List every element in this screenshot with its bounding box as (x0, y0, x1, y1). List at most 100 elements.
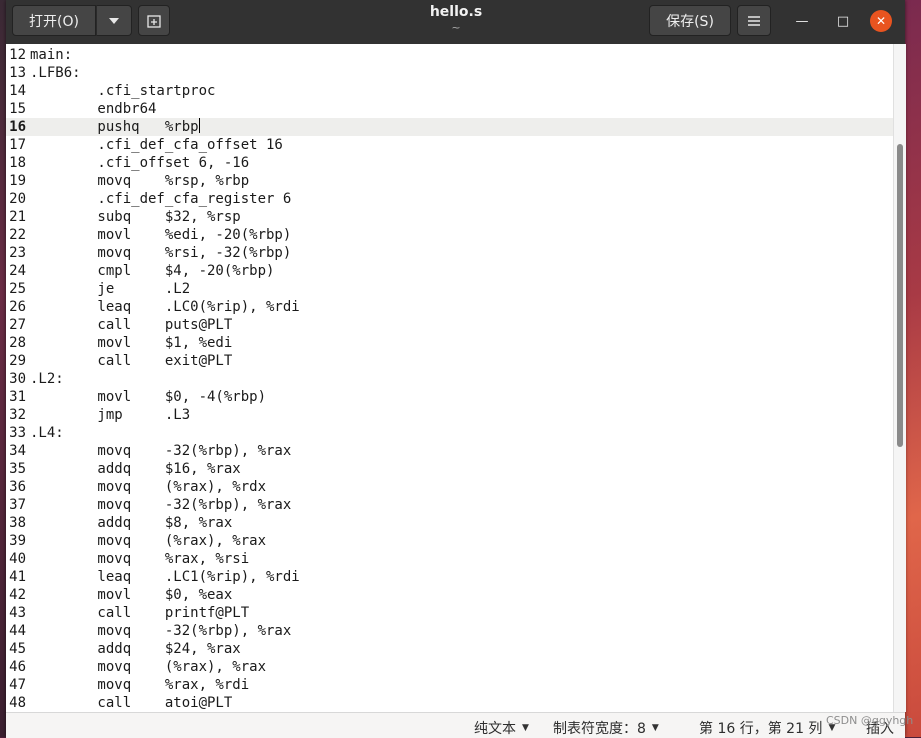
code-line[interactable]: 17 .cfi_def_cfa_offset 16 (6, 136, 893, 154)
line-text: jmp .L3 (30, 407, 191, 423)
code-line[interactable]: 19 movq %rsp, %rbp (6, 172, 893, 190)
code-line[interactable]: 42 movl $0, %eax (6, 586, 893, 604)
line-number: 38 (9, 515, 26, 531)
code-line[interactable]: 38 addq $8, %rax (6, 514, 893, 532)
desktop-background-right (905, 0, 921, 737)
code-line[interactable]: 28 movl $1, %edi (6, 334, 893, 352)
code-line[interactable]: 46 movq (%rax), %rax (6, 658, 893, 676)
new-tab-button[interactable] (138, 5, 170, 36)
line-number: 16 (9, 119, 26, 135)
line-text: movq (%rax), %rdx (30, 479, 267, 495)
code-line[interactable]: 31 movl $0, -4(%rbp) (6, 388, 893, 406)
line-number: 14 (9, 83, 26, 99)
code-line[interactable]: 36 movq (%rax), %rdx (6, 478, 893, 496)
line-number: 21 (9, 209, 26, 225)
line-number: 26 (9, 299, 26, 315)
line-text: movq -32(%rbp), %rax (30, 443, 292, 459)
line-text: leaq .LC0(%rip), %rdi (30, 299, 300, 315)
line-text: movl $0, %eax (30, 587, 233, 603)
status-bar: 纯文本 ▼ 制表符宽度：8 ▼ 第 16 行，第 21 列 ▼ 插入 (6, 712, 905, 738)
code-line[interactable]: 25 je .L2 (6, 280, 893, 298)
window-title: hello.s (429, 4, 483, 20)
line-text: .cfi_def_cfa_offset 16 (30, 137, 283, 153)
code-line[interactable]: 39 movq (%rax), %rax (6, 532, 893, 550)
new-tab-icon (147, 14, 161, 28)
line-number: 46 (9, 659, 26, 675)
code-line[interactable]: 13 .LFB6: (6, 64, 893, 82)
code-line[interactable]: 27 call puts@PLT (6, 316, 893, 334)
line-number: 20 (9, 191, 26, 207)
open-button-label: 打开(O) (29, 13, 79, 30)
code-line[interactable]: 26 leaq .LC0(%rip), %rdi (6, 298, 893, 316)
code-line[interactable]: 33 .L4: (6, 424, 893, 442)
line-number: 34 (9, 443, 26, 459)
code-line[interactable]: 47 movq %rax, %rdi (6, 676, 893, 694)
line-text: pushq %rbp (30, 119, 199, 135)
line-text: addq $8, %rax (30, 515, 233, 531)
line-text: .cfi_startproc (30, 83, 216, 99)
code-line[interactable]: 45 addq $24, %rax (6, 640, 893, 658)
code-line[interactable]: 32 jmp .L3 (6, 406, 893, 424)
code-line[interactable]: 40 movq %rax, %rsi (6, 550, 893, 568)
tab-width-selector[interactable]: 制表符宽度：8 ▼ (553, 718, 659, 738)
line-text: call printf@PLT (30, 605, 250, 621)
main-menu-button[interactable] (737, 5, 771, 36)
code-line[interactable]: 16 pushq %rbp (6, 118, 893, 136)
code-line[interactable]: 18 .cfi_offset 6, -16 (6, 154, 893, 172)
code-line[interactable]: 20 .cfi_def_cfa_register 6 (6, 190, 893, 208)
code-line[interactable]: 44 movq -32(%rbp), %rax (6, 622, 893, 640)
vertical-scrollbar[interactable] (893, 44, 906, 712)
syntax-mode-selector[interactable]: 纯文本 ▼ (474, 718, 529, 738)
code-line[interactable]: 15 endbr64 (6, 100, 893, 118)
line-number: 25 (9, 281, 26, 297)
line-number: 42 (9, 587, 26, 603)
code-line[interactable]: 22 movl %edi, -20(%rbp) (6, 226, 893, 244)
code-line[interactable]: 29 call exit@PLT (6, 352, 893, 370)
line-text: .LFB6: (30, 65, 81, 81)
line-text: call atoi@PLT (30, 695, 233, 711)
line-number: 43 (9, 605, 26, 621)
line-text: movq %rsi, -32(%rbp) (30, 245, 292, 261)
code-editor[interactable]: 12 main: 13 .LFB6: 14 .cfi_startproc 15 endbr… (6, 44, 893, 712)
open-menu-button[interactable] (96, 5, 132, 36)
maximize-icon: □ (836, 13, 850, 29)
line-number: 29 (9, 353, 26, 369)
line-text: movl %edi, -20(%rbp) (30, 227, 292, 243)
line-number: 36 (9, 479, 26, 495)
chevron-down-icon (109, 17, 119, 24)
line-text: movl $1, %edi (30, 335, 233, 351)
line-number: 39 (9, 533, 26, 549)
code-line[interactable]: 24 cmpl $4, -20(%rbp) (6, 262, 893, 280)
line-text: endbr64 (30, 101, 157, 117)
code-line[interactable]: 35 addq $16, %rax (6, 460, 893, 478)
code-line[interactable]: 30 .L2: (6, 370, 893, 388)
code-line[interactable]: 48 call atoi@PLT (6, 694, 893, 712)
maximize-button[interactable]: □ (832, 10, 854, 32)
open-button[interactable]: 打开(O) (12, 5, 96, 36)
header-bar: 打开(O) hello.s ~ 保存(S) — □ ✕ (6, 0, 905, 44)
minimize-icon: — (795, 13, 809, 29)
line-number: 22 (9, 227, 26, 243)
line-text: movl $0, -4(%rbp) (30, 389, 267, 405)
save-button[interactable]: 保存(S) (649, 5, 731, 36)
line-text: .L2: (30, 371, 64, 387)
line-text: .cfi_offset 6, -16 (30, 155, 250, 171)
code-line[interactable]: 23 movq %rsi, -32(%rbp) (6, 244, 893, 262)
code-line[interactable]: 21 subq $32, %rsp (6, 208, 893, 226)
code-line[interactable]: 37 movq -32(%rbp), %rax (6, 496, 893, 514)
close-button[interactable]: ✕ (870, 10, 892, 32)
scrollbar-thumb[interactable] (897, 144, 903, 447)
minimize-button[interactable]: — (791, 10, 813, 32)
code-line[interactable]: 12 main: (6, 46, 893, 64)
line-number: 28 (9, 335, 26, 351)
code-line[interactable]: 14 .cfi_startproc (6, 82, 893, 100)
code-line[interactable]: 41 leaq .LC1(%rip), %rdi (6, 568, 893, 586)
code-line[interactable]: 43 call printf@PLT (6, 604, 893, 622)
line-number: 18 (9, 155, 26, 171)
chevron-down-icon: ▼ (651, 723, 659, 733)
line-text: movq %rax, %rdi (30, 677, 250, 693)
line-number: 31 (9, 389, 26, 405)
cursor-position-selector[interactable]: 第 16 行，第 21 列 ▼ (699, 718, 835, 738)
line-number: 19 (9, 173, 26, 189)
code-line[interactable]: 34 movq -32(%rbp), %rax (6, 442, 893, 460)
